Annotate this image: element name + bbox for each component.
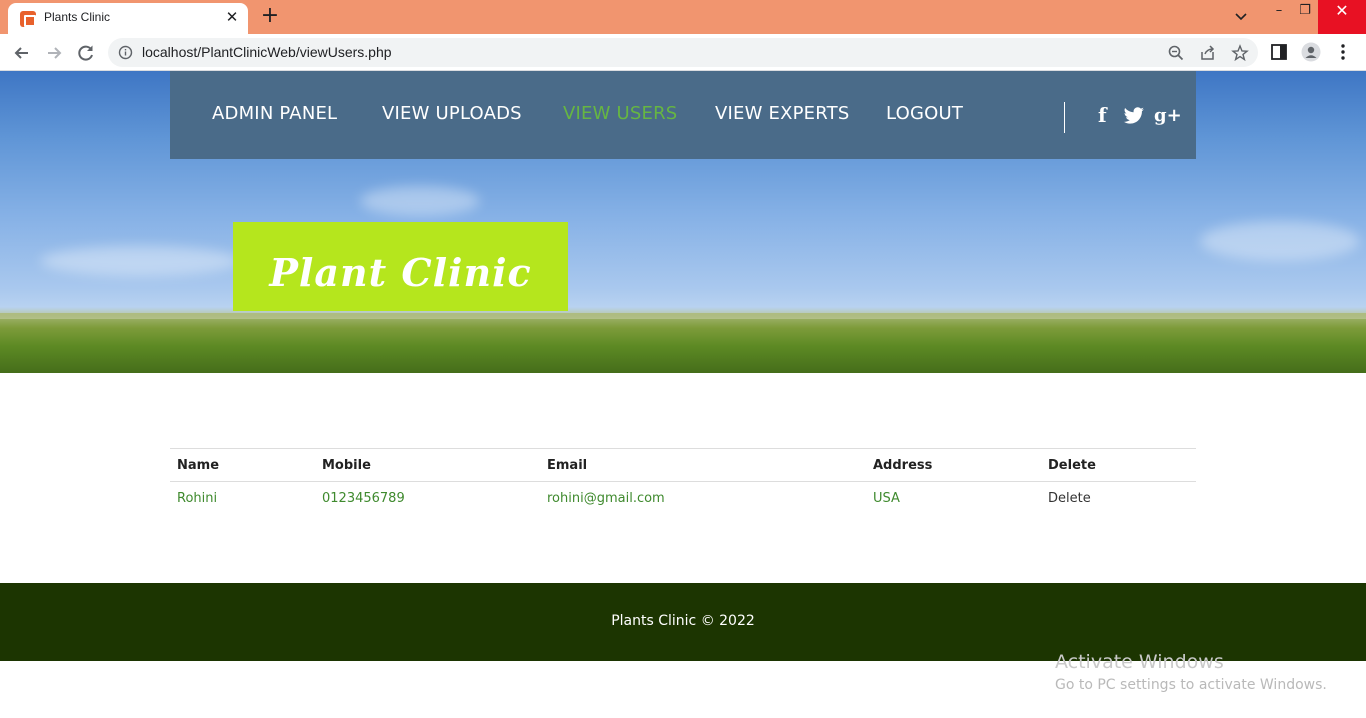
col-header-email: Email [547, 458, 588, 473]
page-footer: Plants Clinic © 2022 [0, 583, 1366, 661]
back-arrow-icon[interactable] [9, 40, 35, 66]
google-plus-icon[interactable]: g+ [1154, 105, 1182, 126]
nav-logout[interactable]: LOGOUT [886, 103, 963, 124]
browser-toolbar: localhost/PlantClinicWeb/viewUsers.php [0, 34, 1366, 71]
user-email-cell: rohini@gmail.com [547, 491, 665, 506]
facebook-icon[interactable]: f [1098, 103, 1107, 127]
reload-icon[interactable] [73, 40, 99, 66]
url-text[interactable]: localhost/PlantClinicWeb/viewUsers.php [142, 44, 392, 60]
browser-tab[interactable]: Plants Clinic ✕ [8, 3, 248, 34]
forward-arrow-icon[interactable] [41, 40, 67, 66]
new-tab-button[interactable]: + [259, 5, 281, 28]
user-address-cell: USA [873, 491, 900, 506]
window-maximize-button[interactable]: ❐ [1288, 0, 1322, 34]
site-logo: Plant Clinic [233, 222, 568, 311]
delete-user-link[interactable]: Delete [1048, 491, 1091, 506]
address-bar[interactable]: localhost/PlantClinicWeb/viewUsers.php [108, 38, 1258, 67]
activate-windows-title: Activate Windows [1055, 651, 1224, 673]
col-header-mobile: Mobile [322, 458, 371, 473]
browser-menu-icon[interactable] [1333, 42, 1353, 62]
table-row: Rohini 0123456789 rohini@gmail.com USA D… [170, 481, 1196, 514]
browser-titlebar: Plants Clinic ✕ + – ❐ ✕ [0, 0, 1366, 34]
tab-close-icon[interactable]: ✕ [224, 9, 240, 25]
nav-divider [1064, 102, 1065, 133]
logo-text: Plant Clinic [269, 250, 532, 295]
grass-field [0, 307, 1366, 373]
profile-avatar-icon[interactable] [1301, 42, 1321, 62]
users-table: Name Mobile Email Address Delete Rohini … [170, 448, 1196, 514]
zoom-icon[interactable] [1167, 44, 1185, 62]
user-mobile-cell: 0123456789 [322, 491, 405, 506]
col-header-delete: Delete [1048, 458, 1096, 473]
user-name-cell: Rohini [177, 491, 218, 506]
site-info-icon[interactable] [118, 45, 133, 60]
share-icon[interactable] [1199, 44, 1217, 62]
xampp-favicon-icon [20, 11, 36, 27]
bookmark-star-icon[interactable] [1231, 44, 1249, 62]
col-header-name: Name [177, 458, 220, 473]
footer-copyright: Plants Clinic © 2022 [611, 613, 755, 629]
main-navbar: ADMIN PANEL VIEW UPLOADS VIEW USERS VIEW… [170, 71, 1196, 159]
nav-view-experts[interactable]: VIEW EXPERTS [715, 103, 849, 124]
nav-admin-panel[interactable]: ADMIN PANEL [212, 103, 337, 124]
tab-title: Plants Clinic [44, 10, 111, 24]
side-panel-icon[interactable] [1269, 42, 1289, 62]
tab-search-chevron-icon[interactable] [1224, 6, 1258, 28]
col-header-address: Address [873, 458, 933, 473]
nav-view-users[interactable]: VIEW USERS [563, 103, 677, 124]
table-header-row: Name Mobile Email Address Delete [170, 448, 1196, 481]
twitter-icon[interactable] [1123, 107, 1145, 125]
window-close-button[interactable]: ✕ [1318, 0, 1366, 34]
activate-windows-subtitle: Go to PC settings to activate Windows. [1055, 677, 1327, 693]
nav-view-uploads[interactable]: VIEW UPLOADS [382, 103, 522, 124]
